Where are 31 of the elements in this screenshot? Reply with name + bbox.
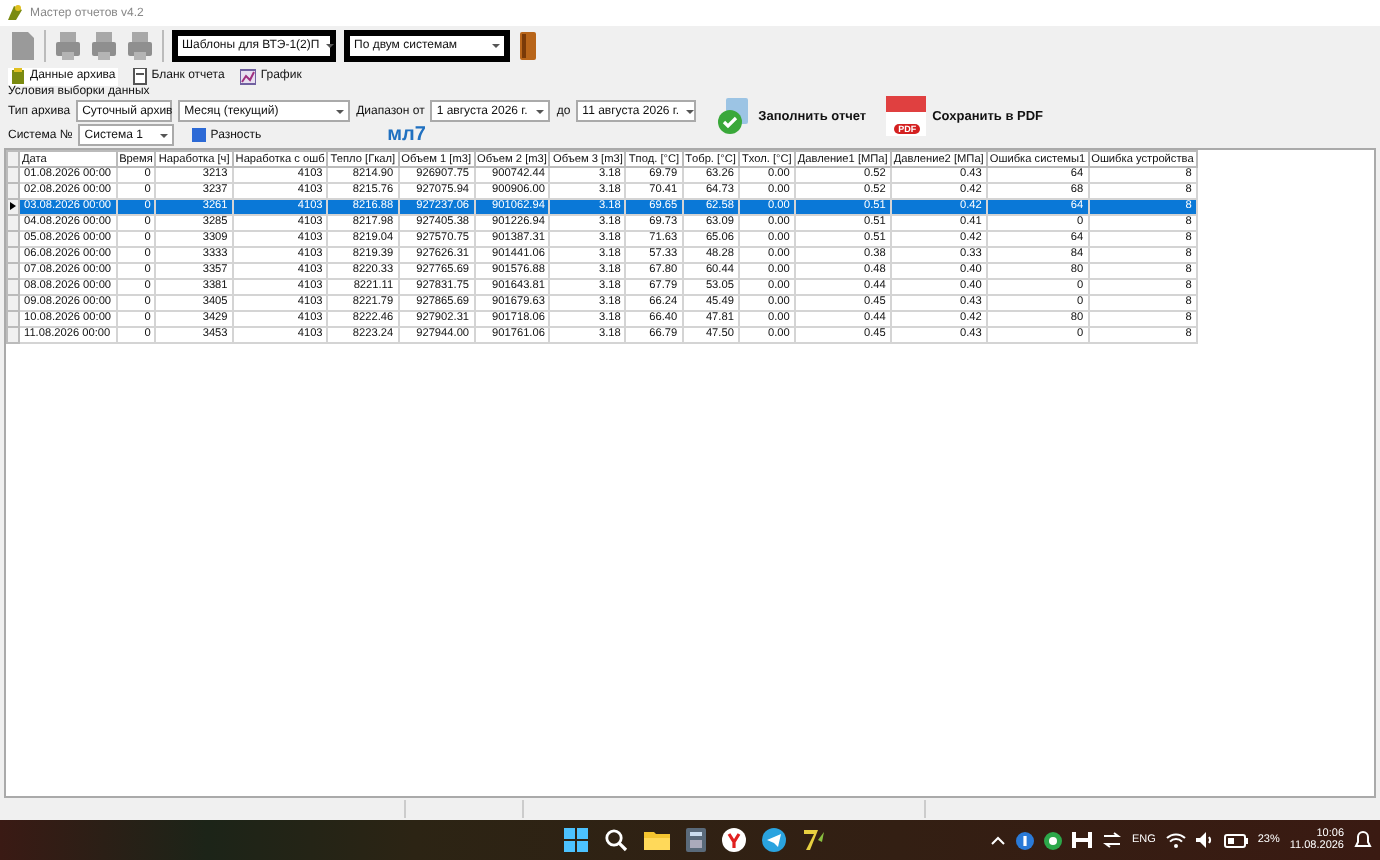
circle-icon[interactable] (1015, 831, 1034, 849)
sync-icon[interactable] (1101, 832, 1122, 848)
caret-icon (336, 109, 345, 113)
battery-icon[interactable] (1223, 833, 1248, 847)
speaker-icon[interactable] (1195, 832, 1214, 848)
caret-icon (536, 109, 545, 113)
printer-icon[interactable] (126, 30, 154, 62)
archive-icon (10, 67, 26, 85)
circle-icon[interactable] (1043, 831, 1062, 849)
paper-plane-icon[interactable] (762, 828, 786, 852)
calculator-icon[interactable] (686, 828, 706, 852)
caret-icon (492, 44, 500, 48)
printer-icon[interactable] (90, 30, 118, 62)
chevron-up-icon[interactable] (989, 834, 1006, 846)
printer-icon[interactable] (54, 30, 82, 62)
book-icon[interactable] (518, 30, 538, 62)
browser-icon[interactable] (722, 828, 746, 852)
app-icon[interactable] (802, 828, 826, 852)
bell-icon[interactable] (1354, 830, 1372, 850)
wifi-icon[interactable] (1165, 832, 1186, 848)
caret-icon (325, 44, 334, 48)
form-icon (131, 67, 148, 85)
search-icon[interactable] (604, 828, 628, 852)
windows-icon[interactable] (564, 828, 588, 852)
chart-icon (240, 67, 257, 85)
caret-icon (685, 109, 694, 113)
app-icon (6, 4, 24, 22)
document-check-icon (716, 96, 753, 136)
folder-icon[interactable] (644, 828, 670, 852)
device-label: мл7 (387, 124, 426, 146)
caret-icon (160, 133, 169, 137)
